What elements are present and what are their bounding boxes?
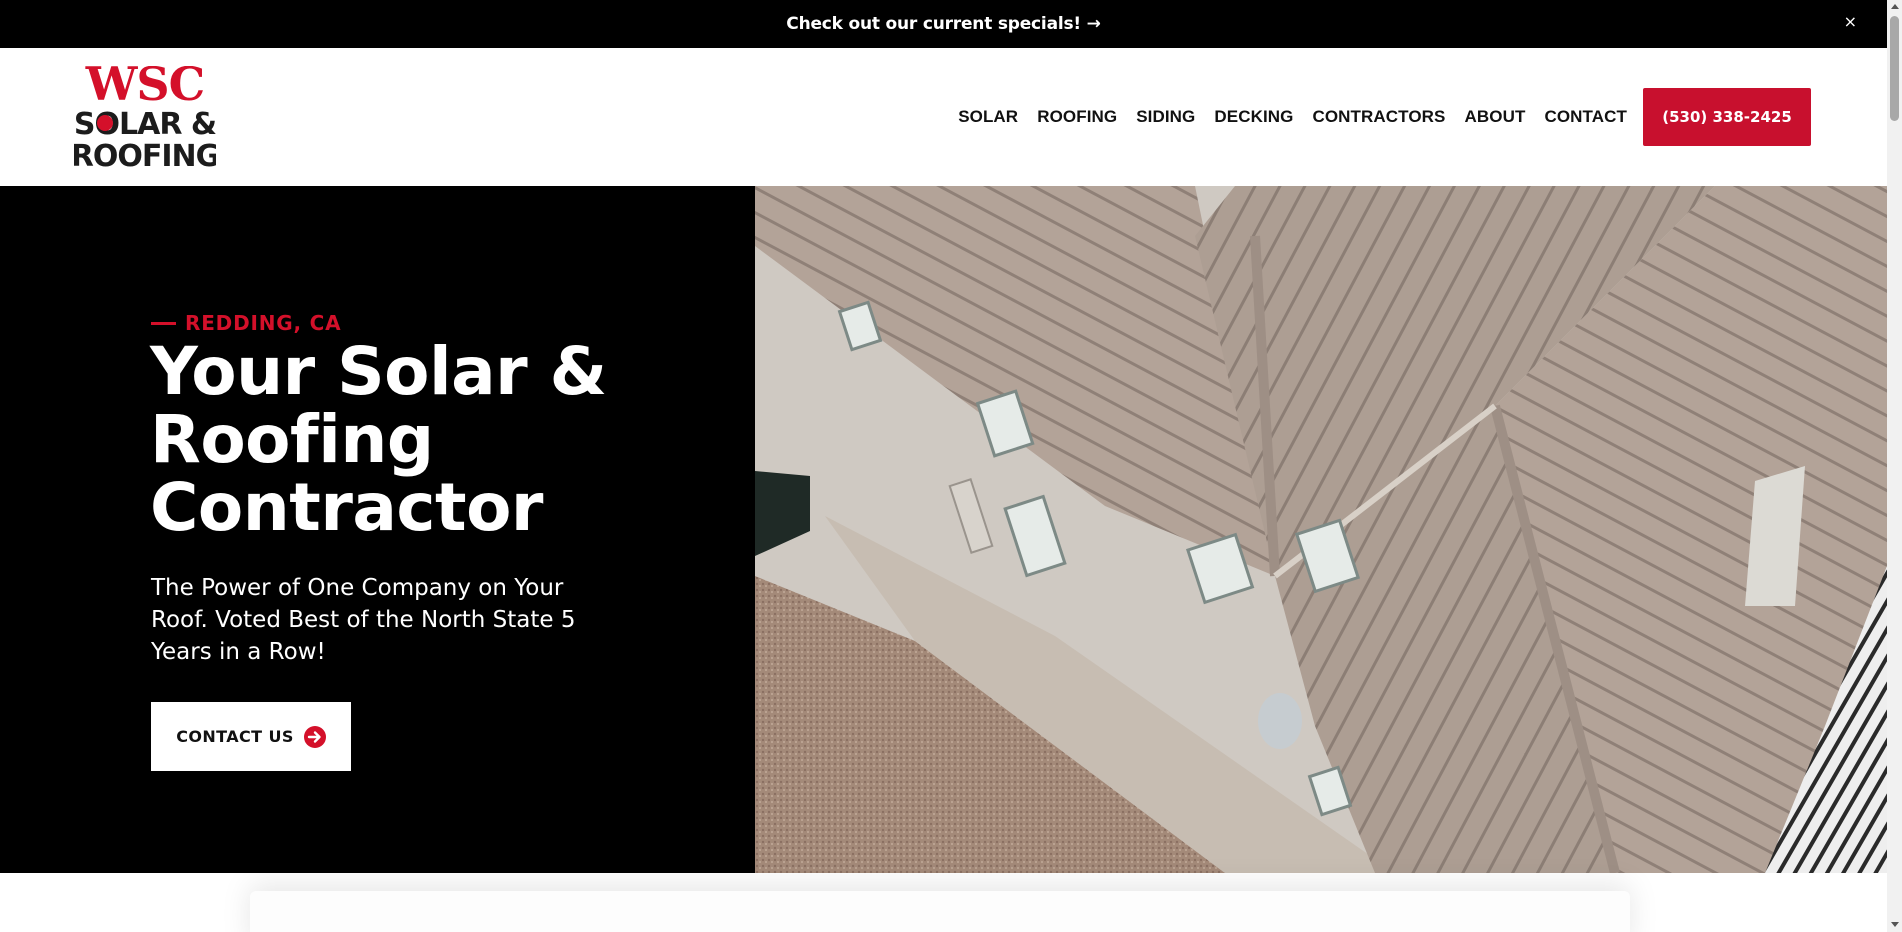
promo-link[interactable]: Check out our current specials! →: [786, 14, 1101, 34]
vertical-scrollbar[interactable]: [1887, 0, 1902, 932]
logo-wsc: WSC: [85, 66, 205, 111]
hero-subtext: The Power of One Company on Your Roof. V…: [151, 575, 576, 665]
nav-item-contractors[interactable]: CONTRACTORS: [1312, 107, 1445, 127]
hero-headline: Your Solar & Roofing Contractor: [150, 333, 607, 546]
scrollbar-thumb[interactable]: [1890, 16, 1899, 121]
main-nav: SOLAR ROOFING SIDING DECKING CONTRACTORS…: [958, 48, 1627, 186]
hero-roof-photo: [755, 186, 1887, 873]
hero-eyebrow: REDDING, CA: [151, 311, 341, 335]
feature-card-shadow: [250, 891, 1630, 932]
logo-solar: SOLAR &: [74, 107, 216, 142]
sun-icon: [97, 115, 113, 131]
contact-us-label: CONTACT US: [176, 727, 294, 746]
logo[interactable]: WSC SOLAR & ROOFING: [74, 66, 216, 170]
below-hero: [0, 873, 1887, 932]
close-icon[interactable]: ×: [1844, 12, 1857, 32]
site-header: WSC SOLAR & ROOFING SOLAR ROOFING SIDING…: [0, 48, 1887, 186]
promo-bar: Check out our current specials! → ×: [0, 0, 1887, 48]
nav-item-roofing[interactable]: ROOFING: [1037, 107, 1117, 127]
scroll-down-icon[interactable]: [1891, 922, 1899, 927]
phone-button[interactable]: (530) 338-2425: [1643, 88, 1811, 146]
hero-content: REDDING, CA Your Solar & Roofing Contrac…: [0, 186, 755, 873]
nav-item-solar[interactable]: SOLAR: [958, 107, 1018, 127]
hero-location: REDDING, CA: [185, 311, 342, 335]
dash-divider: [151, 321, 176, 325]
nav-item-decking[interactable]: DECKING: [1214, 107, 1293, 127]
arrow-circle-right-icon: [303, 725, 326, 748]
scroll-up-icon[interactable]: [1891, 4, 1899, 9]
nav-item-contact[interactable]: CONTACT: [1544, 107, 1627, 127]
nav-item-about[interactable]: ABOUT: [1465, 107, 1526, 127]
hero-section: REDDING, CA Your Solar & Roofing Contrac…: [0, 186, 1887, 873]
logo-roofing: ROOFING: [74, 139, 216, 170]
page: Check out our current specials! → × WSC …: [0, 0, 1887, 932]
nav-item-siding[interactable]: SIDING: [1136, 107, 1195, 127]
contact-us-button[interactable]: CONTACT US: [151, 702, 351, 771]
